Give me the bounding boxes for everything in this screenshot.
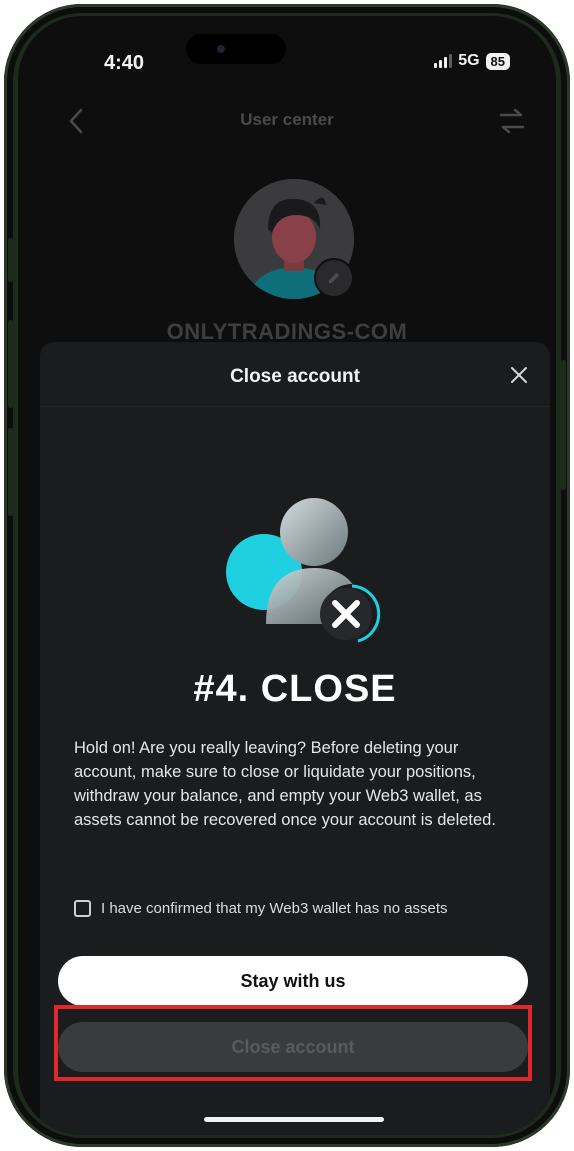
highlight-box [54,1005,532,1081]
home-indicator[interactable] [204,1117,384,1122]
warning-message: Hold on! Are you really leaving? Before … [74,739,496,829]
confirm-checkbox[interactable] [74,900,91,917]
headline: #4. CLOSE [193,668,397,710]
camera-dot [217,45,225,53]
status-indicators: 5G 85 [434,52,510,70]
volume-up-button [8,320,13,408]
remove-user-icon [226,498,382,644]
page-title: User center [240,110,334,129]
pencil-icon [329,273,339,283]
sheet-divider [40,406,550,407]
close-icon[interactable] [508,364,530,386]
volume-down-button [8,428,13,516]
network-label: 5G [458,52,480,69]
action-button [8,238,13,282]
power-button [561,360,566,490]
swap-arrows-icon[interactable] [498,108,526,134]
top-nav: User center [18,102,556,142]
sheet-title: Close account [230,366,360,387]
signal-icon [434,54,453,68]
edit-avatar-button[interactable] [314,258,354,298]
confirm-checkbox-label[interactable]: I have confirmed that my Web3 wallet has… [101,900,448,917]
phone-screen: 4:40 5G 85 User center ONLYTRADINGS-COM [18,16,556,1135]
battery-icon: 85 [485,52,510,70]
confirm-checkbox-row[interactable]: I have confirmed that my Web3 wallet has… [74,900,448,917]
stay-button[interactable]: Stay with us [58,956,528,1006]
status-time: 4:40 [104,52,145,74]
dynamic-island [186,34,286,64]
